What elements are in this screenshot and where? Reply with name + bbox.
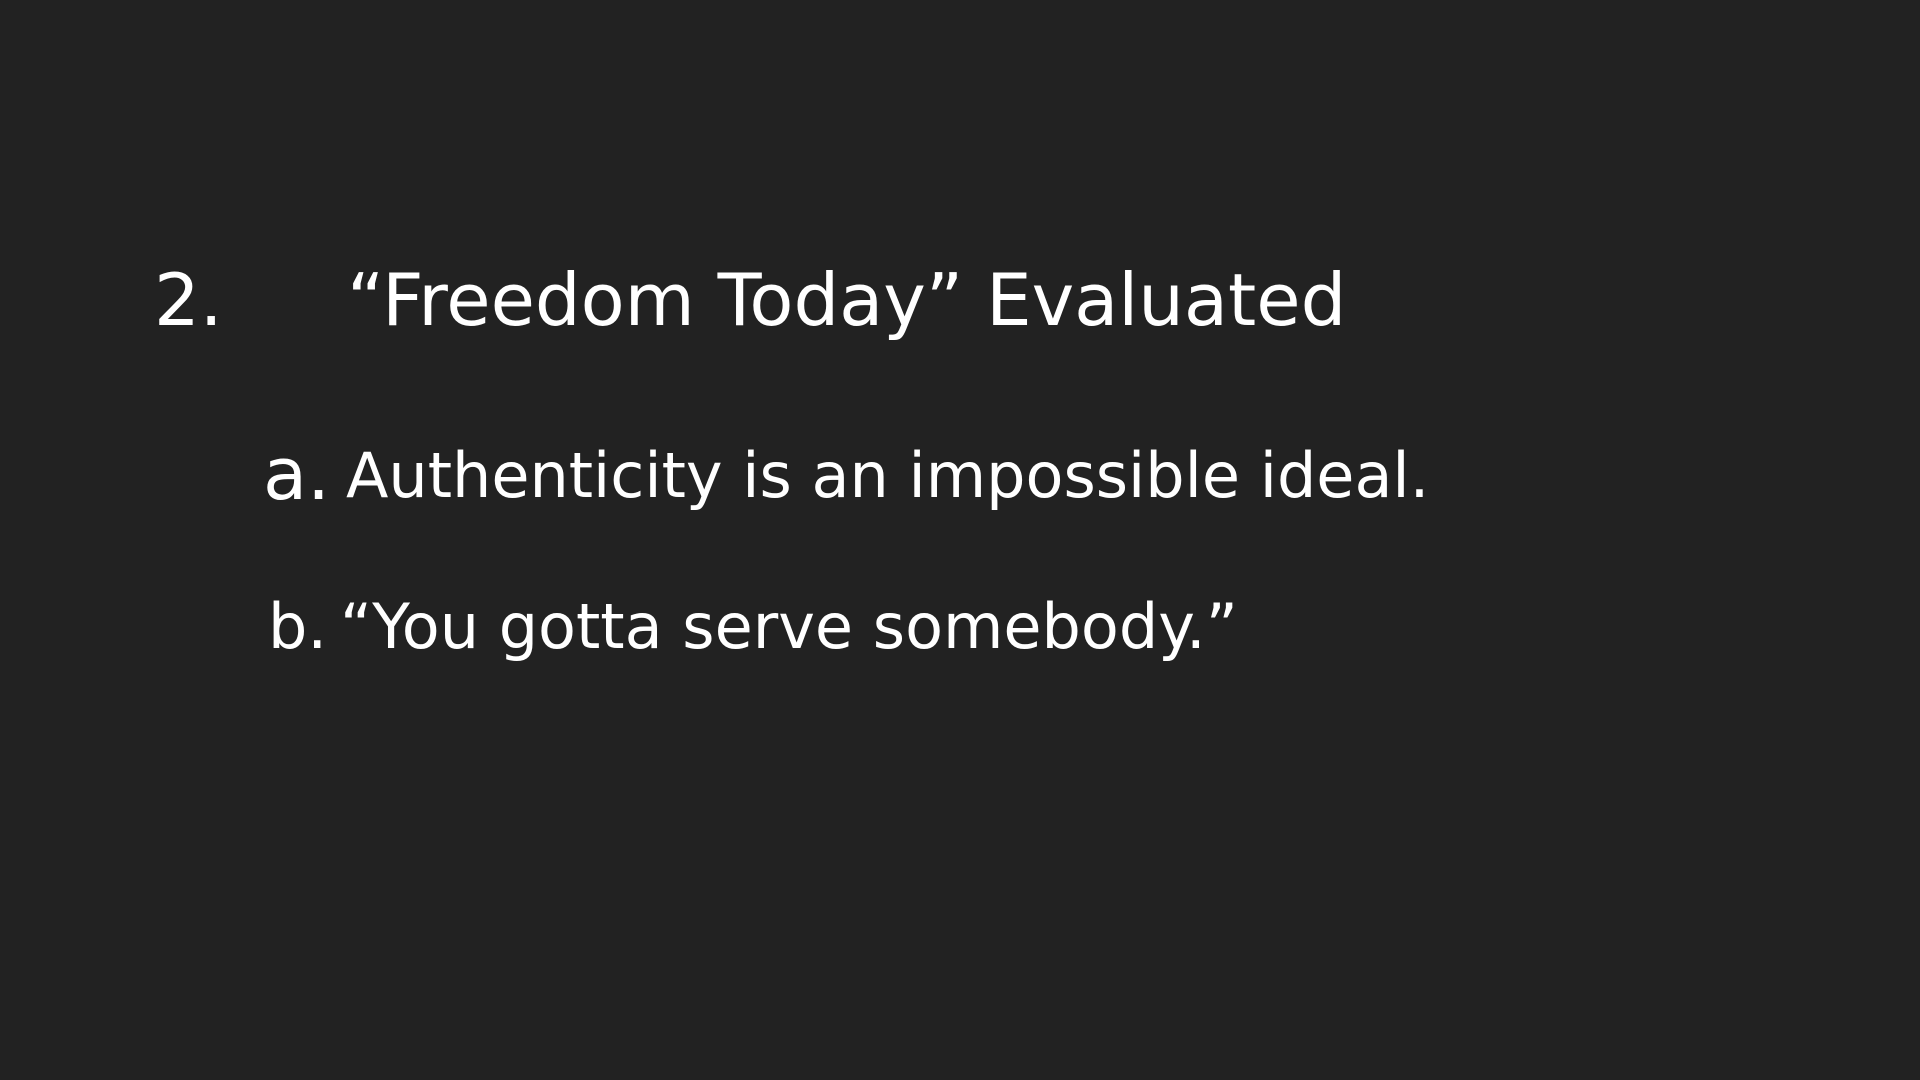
point-a-text: Authenticity is an impossible ideal. — [346, 439, 1430, 512]
point-a-marker: a. — [263, 432, 331, 516]
point-b-text: “You gotta serve somebody.” — [340, 590, 1238, 663]
slide: 2. “Freedom Today” Evaluated a. Authenti… — [0, 0, 1920, 1080]
point-b-marker: b. — [268, 590, 328, 663]
heading-title: “Freedom Today” Evaluated — [347, 258, 1347, 342]
heading-number: 2. — [154, 258, 223, 342]
